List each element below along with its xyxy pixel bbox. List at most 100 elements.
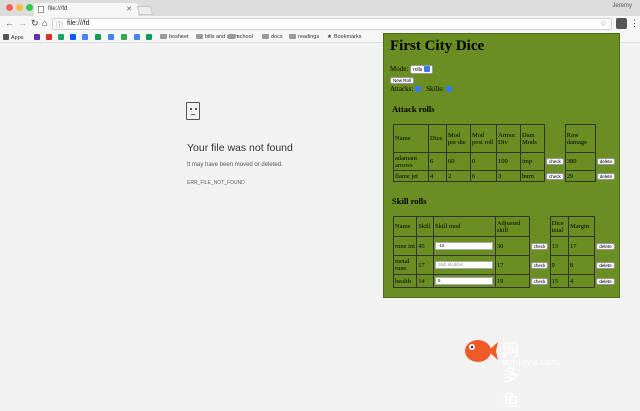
bookmark-label: bosheet bbox=[169, 34, 189, 40]
attack-check-cell: check bbox=[545, 171, 566, 182]
attack-raw-damage: 380 bbox=[564, 152, 596, 171]
skill-mod-cell: Skill Modifier bbox=[433, 255, 496, 275]
header-adjusted-skill: Adjusted skill bbox=[494, 216, 530, 237]
reload-icon[interactable]: ↻ bbox=[31, 18, 39, 29]
skill-check-cell: check bbox=[529, 237, 550, 256]
delete-button[interactable]: delete bbox=[596, 242, 615, 250]
skill-margin: 4 bbox=[568, 274, 596, 288]
attack-raw-damage: 29 bbox=[564, 170, 596, 182]
error-title: Your file was not found bbox=[187, 142, 293, 154]
skill-mod-input[interactable]: 5 bbox=[435, 277, 494, 285]
select-arrow-icon bbox=[424, 66, 431, 72]
bookmark-item[interactable]: ★ Bookmarks bbox=[327, 34, 361, 40]
forward-arrow-icon[interactable]: → bbox=[18, 18, 27, 28]
bookmark-item[interactable] bbox=[82, 34, 90, 41]
header-check-spacer bbox=[545, 125, 566, 153]
skills-checkbox[interactable] bbox=[445, 86, 452, 92]
skill-row: rune int 45 -15 30 check 13 17 delete bbox=[392, 236, 619, 256]
check-button[interactable]: check bbox=[530, 277, 549, 285]
header-check-spacer bbox=[529, 217, 550, 237]
browser-tab[interactable]: file:///fd ✕ bbox=[34, 3, 138, 16]
skill-table: Name Skill Skill mod Adjusted skill Dice… bbox=[392, 216, 619, 288]
bookmark-label: school bbox=[237, 34, 253, 40]
bookmark-item[interactable] bbox=[95, 34, 103, 41]
hangouts-icon bbox=[146, 34, 152, 40]
zoom-window-icon[interactable] bbox=[26, 4, 33, 11]
delete-button[interactable]: delete bbox=[596, 277, 615, 285]
check-button[interactable]: check bbox=[530, 261, 549, 269]
back-arrow-icon[interactable]: ← bbox=[5, 18, 14, 28]
fish-logo-icon bbox=[465, 340, 498, 362]
folder-icon bbox=[262, 34, 269, 39]
dropbox-icon bbox=[70, 34, 76, 40]
attack-row: adamant arrows 6 60 0 100 imp check 380 … bbox=[393, 152, 618, 171]
bookmark-item[interactable]: school bbox=[228, 34, 253, 40]
folder-icon bbox=[228, 34, 235, 39]
attack-table: Name Dice Mod per die Mod post roll Armo… bbox=[393, 124, 618, 182]
bookmark-item[interactable] bbox=[70, 34, 78, 41]
skill-margin: 8 bbox=[568, 255, 596, 275]
sad-file-icon bbox=[186, 102, 200, 120]
delete-button[interactable]: delete bbox=[596, 172, 616, 180]
bookmark-item[interactable] bbox=[34, 34, 42, 41]
browser-toolbar: ← → ↻ ⌂ ⓘ file:///fd ☆ ⋮ bbox=[0, 16, 640, 32]
bookmark-item[interactable]: docs bbox=[262, 34, 283, 40]
header-margin: Margin bbox=[568, 216, 596, 237]
sheets-icon bbox=[95, 34, 101, 40]
check-button[interactable]: check bbox=[546, 158, 564, 165]
header-mod-post-roll: Mod post roll bbox=[470, 124, 497, 153]
bookmark-item[interactable] bbox=[46, 34, 54, 41]
contacts-icon bbox=[134, 34, 140, 40]
attack-delete-cell: delete bbox=[595, 171, 617, 182]
skill-mod-input[interactable]: -15 bbox=[435, 242, 494, 250]
skill-mod-input[interactable]: Skill Modifier bbox=[435, 261, 494, 269]
header-delete-spacer bbox=[595, 217, 619, 237]
maps-icon bbox=[121, 34, 127, 40]
extension-icon[interactable] bbox=[616, 18, 627, 29]
mode-select[interactable]: rolls bbox=[410, 65, 434, 74]
skill-value: 17 bbox=[416, 255, 435, 275]
delete-button[interactable]: delete bbox=[596, 158, 616, 165]
yahoo-icon bbox=[34, 34, 40, 40]
bookmark-item[interactable]: readings bbox=[289, 34, 319, 40]
check-button[interactable]: check bbox=[546, 172, 564, 180]
new-roll-button[interactable]: New Roll bbox=[390, 77, 415, 84]
bookmark-star-icon[interactable]: ☆ bbox=[600, 19, 607, 28]
address-bar[interactable]: ⓘ file:///fd ☆ bbox=[52, 18, 612, 30]
panel-title: First City Dice bbox=[390, 38, 485, 54]
delete-button[interactable]: delete bbox=[596, 261, 615, 269]
header-skill-mod: Skill mod bbox=[433, 216, 496, 237]
attack-mod-post: 0 bbox=[470, 152, 497, 171]
skill-adjusted: 17 bbox=[494, 255, 530, 275]
attack-check-cell: check bbox=[545, 153, 566, 171]
address-url[interactable]: file:///fd bbox=[67, 20, 90, 27]
attack-row: flame jet 4 2 6 3 burn check 29 delete bbox=[393, 170, 618, 182]
bookmark-item[interactable] bbox=[108, 34, 116, 41]
new-tab-button[interactable] bbox=[136, 6, 154, 15]
attack-name: adamant arrows bbox=[393, 152, 429, 171]
check-button[interactable]: check bbox=[530, 242, 549, 250]
attack-dice: 6 bbox=[428, 152, 447, 171]
bookmark-item[interactable] bbox=[121, 34, 129, 41]
bookmark-item[interactable]: Apps bbox=[3, 34, 24, 41]
menu-icon[interactable]: ⋮ bbox=[630, 18, 639, 29]
attack-dice: 4 bbox=[428, 170, 447, 182]
bookmark-item[interactable] bbox=[146, 34, 154, 41]
home-icon[interactable]: ⌂ bbox=[42, 18, 47, 28]
close-tab-icon[interactable]: ✕ bbox=[126, 5, 132, 13]
calendar-icon bbox=[108, 34, 114, 40]
bookmark-label: readings bbox=[298, 34, 320, 40]
window-titlebar: file:///fd ✕ Jeremy bbox=[0, 0, 640, 16]
header-dice: Dice bbox=[428, 124, 447, 153]
bookmark-item[interactable] bbox=[134, 34, 142, 41]
apps-grid-icon bbox=[3, 34, 9, 40]
bookmark-item[interactable] bbox=[58, 34, 66, 41]
close-window-icon[interactable] bbox=[6, 4, 13, 11]
attack-mod-per-die: 2 bbox=[446, 170, 471, 182]
profile-name[interactable]: Jeremy bbox=[612, 3, 632, 9]
page-info-icon[interactable]: ⓘ bbox=[56, 20, 63, 30]
attacks-checkbox[interactable] bbox=[415, 86, 422, 92]
skill-header-row: Name Skill Skill mod Adjusted skill Dice… bbox=[392, 216, 619, 237]
bookmark-item[interactable]: bosheet bbox=[160, 34, 189, 40]
minimize-window-icon[interactable] bbox=[16, 4, 23, 11]
